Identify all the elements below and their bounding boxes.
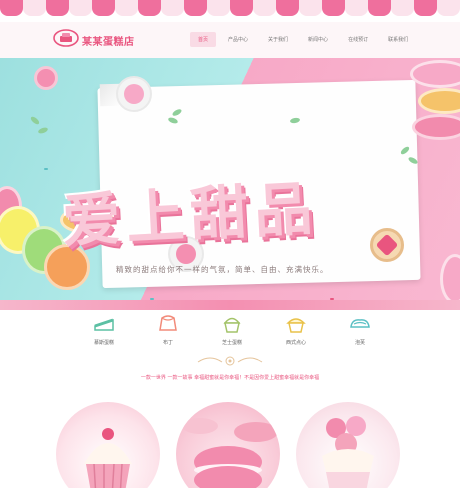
awning-stripe <box>299 0 322 16</box>
category-cheesecake[interactable]: 芝士蛋糕 <box>212 312 252 346</box>
awning-stripe <box>437 0 460 16</box>
category-label: 泡芙 <box>354 340 365 346</box>
nav-news[interactable]: 新闻中心 <box>300 32 336 47</box>
banner-bottom-strip <box>0 300 460 310</box>
nav-about[interactable]: 关于我们 <box>260 32 296 47</box>
awning-stripe <box>184 0 207 16</box>
rose-cupcake-photo <box>322 416 374 488</box>
ornament-divider-icon <box>197 356 263 366</box>
awning-stripe <box>230 0 253 16</box>
donut-decoration <box>34 66 58 90</box>
leaf-decoration <box>29 115 41 126</box>
nav-contact[interactable]: 联系我们 <box>380 32 416 47</box>
awning-stripe <box>276 0 299 16</box>
site-header: 某某蛋糕店 首页 产品中心 关于我们 新闻中心 在线预订 联系我们 <box>0 22 460 58</box>
intro-text: 一款一世界 一款一故事 幸福甜蜜就是你幸福！不是因你爱上甜蜜幸福就是你幸福 <box>140 375 320 381</box>
product-image-macaron[interactable] <box>176 402 280 488</box>
awning-stripe <box>414 0 437 16</box>
nav-home[interactable]: 首页 <box>190 32 217 47</box>
category-label: 布丁 <box>162 340 173 346</box>
awning-stripe <box>46 0 69 16</box>
category-label: 芝士蛋糕 <box>221 340 242 346</box>
nav-products[interactable]: 产品中心 <box>220 32 256 47</box>
awning-stripe <box>161 0 184 16</box>
awning-stripe <box>391 0 414 16</box>
macaron-photo <box>182 418 278 488</box>
cake-logo-icon[interactable] <box>53 28 79 48</box>
awning-stripe <box>138 0 161 16</box>
awning-stripe <box>92 0 115 16</box>
category-label: 西式点心 <box>285 340 306 346</box>
category-puff[interactable]: 泡芙 <box>340 312 380 346</box>
sprinkle <box>44 168 48 170</box>
sprinkle-mound <box>124 84 144 104</box>
cupcake-icon <box>223 317 241 333</box>
macaron-right-2 <box>418 88 460 114</box>
page: { "brand": {"name": "某某蛋糕店"}, "nav": [ {… <box>0 0 460 488</box>
category-pastry[interactable]: 西式点心 <box>276 312 316 346</box>
brand-name[interactable]: 某某蛋糕店 <box>82 33 135 48</box>
category-mousse[interactable]: 慕斯蛋糕 <box>84 312 124 346</box>
awning-stripe <box>23 0 46 16</box>
awning-stripe <box>322 0 345 16</box>
main-nav: 首页 产品中心 关于我们 新闻中心 在线预订 联系我们 <box>190 32 420 47</box>
muffin-icon <box>286 318 306 333</box>
awning-stripe <box>345 0 368 16</box>
nav-booking[interactable]: 在线预订 <box>340 32 376 47</box>
awning-stripe <box>368 0 391 16</box>
awning-stripe <box>253 0 276 16</box>
cupcake-photo <box>84 428 132 488</box>
awning-decoration <box>0 0 460 22</box>
macaron-right-3 <box>412 114 460 140</box>
awning-stripe <box>115 0 138 16</box>
banner-headline: 爱上甜品 <box>60 174 320 256</box>
banner-tagline: 精致的甜点给你不一样的气氛，简单、自由、充满快乐。 <box>116 265 329 274</box>
awning-stripe <box>207 0 230 16</box>
product-image-cupcake[interactable] <box>56 402 160 488</box>
cake-slice-icon <box>94 318 114 331</box>
leaf-decoration <box>37 126 49 135</box>
macaron-right-4 <box>440 254 460 304</box>
hero-banner[interactable]: 爱上甜品 精致的甜点给你不一样的气氛，简单、自由、充满快乐。 <box>0 58 460 308</box>
category-label: 慕斯蛋糕 <box>93 340 114 346</box>
pudding-icon <box>159 315 177 331</box>
cream-puff-icon <box>350 319 370 328</box>
product-image-rose-cupcake[interactable] <box>296 402 400 488</box>
category-pudding[interactable]: 布丁 <box>148 312 188 346</box>
macaron-right-1 <box>410 60 460 88</box>
awning-stripe <box>0 0 23 16</box>
awning-stripe <box>69 0 92 16</box>
